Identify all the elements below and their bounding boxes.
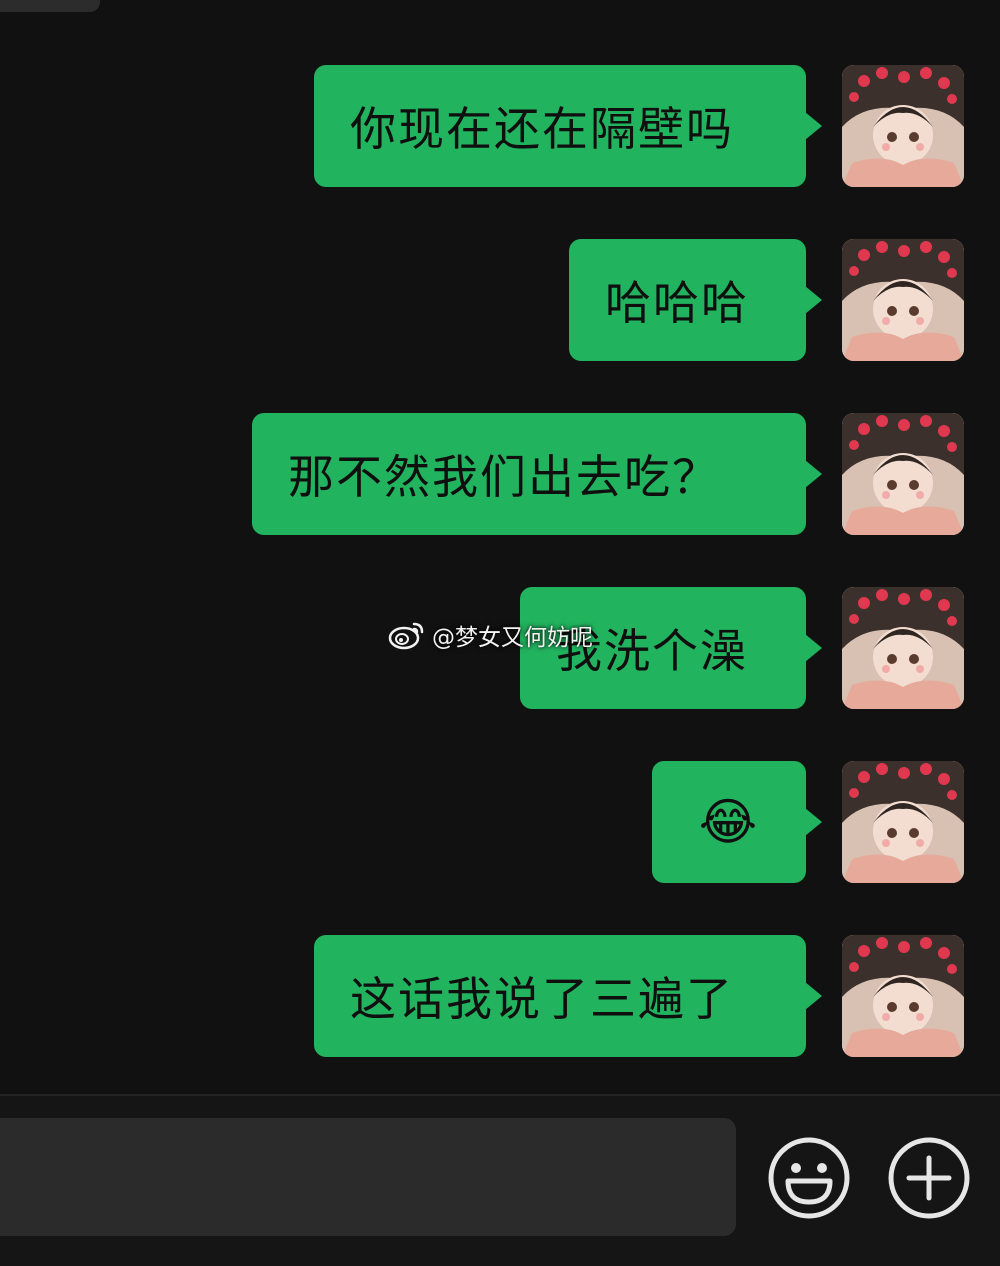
chat-screen: 你现在还在隔壁吗 哈哈哈 那不然我们出去吃？ 我洗个澡 😂 这话我说了三遍了 @…	[0, 0, 1000, 1266]
message-row: 我洗个澡	[518, 587, 964, 709]
avatar[interactable]	[842, 413, 964, 535]
message-row: 那不然我们出去吃？	[250, 413, 964, 535]
avatar-image	[842, 65, 964, 187]
avatar[interactable]	[842, 761, 964, 883]
avatar-image	[842, 935, 964, 1057]
avatar-image	[842, 761, 964, 883]
message-bubble[interactable]: 你现在还在隔壁吗	[314, 65, 806, 187]
avatar-image	[842, 587, 964, 709]
message-text: 我洗个澡	[556, 624, 748, 678]
avatar[interactable]	[842, 239, 964, 361]
message-input[interactable]	[0, 1118, 736, 1236]
plus-circle-icon	[888, 1137, 970, 1219]
message-text: 那不然我们出去吃？	[288, 450, 720, 504]
message-text: 这话我说了三遍了	[350, 972, 734, 1026]
emoji-button[interactable]	[767, 1136, 851, 1220]
avatar[interactable]	[842, 65, 964, 187]
message-bubble[interactable]: 我洗个澡	[520, 587, 806, 709]
avatar[interactable]	[842, 587, 964, 709]
message-bubble[interactable]: 那不然我们出去吃？	[252, 413, 806, 535]
more-button[interactable]	[887, 1136, 971, 1220]
message-row: 哈哈哈	[567, 239, 964, 361]
message-bubble[interactable]: 😂	[652, 761, 806, 883]
message-row: 这话我说了三遍了	[312, 935, 964, 1057]
emoji-message: 😂	[698, 793, 760, 851]
avatar-image	[842, 239, 964, 361]
message-row: 你现在还在隔壁吗	[312, 65, 964, 187]
input-bar	[0, 1096, 1000, 1266]
message-row: 😂	[650, 761, 964, 883]
message-bubble[interactable]: 哈哈哈	[569, 239, 806, 361]
avatar[interactable]	[842, 935, 964, 1057]
avatar-image	[842, 413, 964, 535]
message-text: 哈哈哈	[605, 276, 749, 330]
message-text: 你现在还在隔壁吗	[350, 102, 734, 156]
weibo-logo-icon	[388, 622, 424, 650]
smiley-face-icon	[768, 1137, 850, 1219]
previous-bubble-fragment	[0, 0, 100, 12]
message-bubble[interactable]: 这话我说了三遍了	[314, 935, 806, 1057]
